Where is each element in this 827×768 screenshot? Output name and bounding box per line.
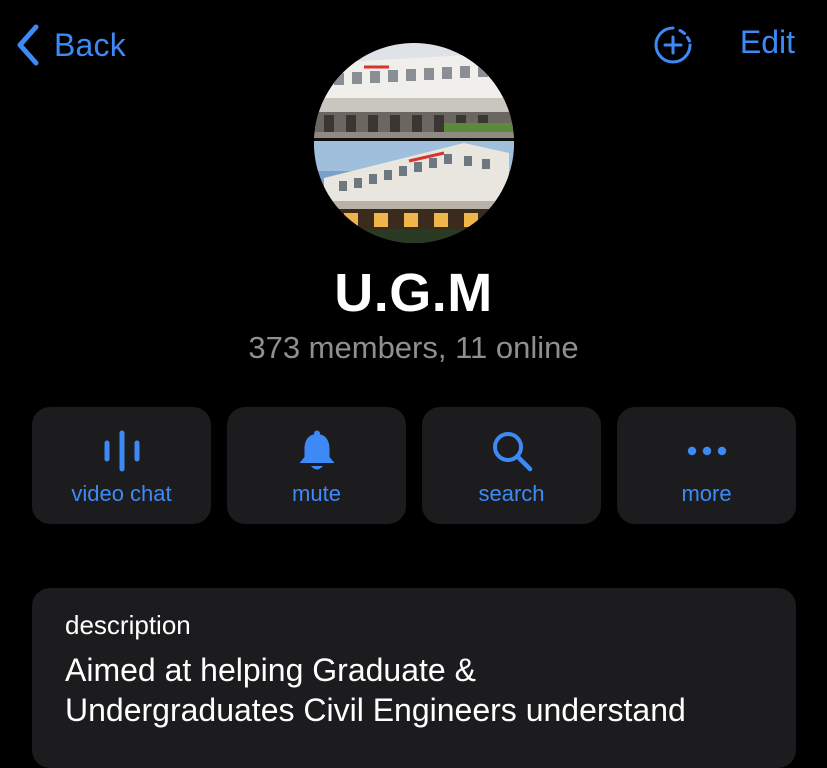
- voice-wave-icon: [104, 430, 139, 472]
- action-buttons: video chat mute search more: [32, 407, 796, 524]
- more-label: more: [681, 481, 732, 506]
- add-story-icon[interactable]: [653, 25, 693, 65]
- video-chat-label: video chat: [71, 481, 172, 506]
- back-button[interactable]: Back: [14, 22, 126, 68]
- search-button[interactable]: search: [422, 407, 601, 524]
- bell-icon: [299, 430, 334, 470]
- description-text[interactable]: Aimed at helping Graduate & Undergraduat…: [65, 650, 785, 730]
- mute-button[interactable]: mute: [227, 407, 406, 524]
- more-button[interactable]: more: [617, 407, 796, 524]
- back-label: Back: [54, 26, 126, 63]
- magnifier-icon: [492, 432, 532, 472]
- building-photo-image: [314, 43, 514, 243]
- description-line: Aimed at helping Graduate &: [65, 652, 476, 688]
- description-line: Undergraduates Civil Engineers understan…: [65, 692, 686, 728]
- edit-button[interactable]: Edit: [740, 24, 795, 61]
- description-card: description Aimed at helping Graduate & …: [32, 588, 796, 768]
- video-chat-button[interactable]: video chat: [32, 407, 211, 524]
- mute-label: mute: [292, 481, 341, 506]
- group-title: U.G.M: [334, 263, 493, 323]
- description-header: description: [65, 610, 191, 640]
- chevron-left-icon: [17, 24, 39, 66]
- search-label: search: [478, 481, 545, 506]
- ellipsis-icon: [687, 446, 726, 456]
- group-avatar[interactable]: [314, 43, 514, 243]
- member-count: 373 members, 11 online: [248, 330, 579, 365]
